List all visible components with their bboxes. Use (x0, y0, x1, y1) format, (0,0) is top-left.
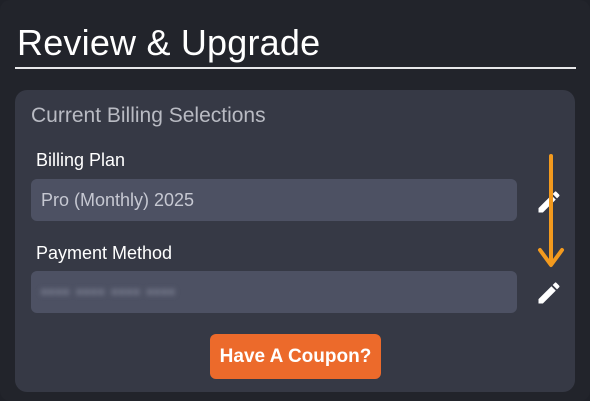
review-upgrade-panel: Review & Upgrade Current Billing Selecti… (0, 0, 590, 401)
billing-selections-card: Current Billing Selections Billing Plan … (15, 90, 575, 392)
pencil-icon (538, 282, 560, 304)
billing-plan-label: Billing Plan (36, 150, 126, 170)
payment-method-label: Payment Method (36, 243, 173, 263)
page-title: Review & Upgrade (17, 22, 321, 63)
title-underline (15, 67, 576, 69)
have-a-coupon-button[interactable]: Have A Coupon? (210, 334, 381, 379)
payment-method-field[interactable]: •••• •••• •••• •••• (31, 271, 517, 313)
edit-payment-method-button[interactable] (535, 279, 563, 307)
payment-method-value: •••• •••• •••• •••• (41, 282, 176, 302)
billing-plan-field[interactable]: Pro (Monthly) 2025 (31, 179, 517, 221)
arrow-down-icon (538, 154, 564, 267)
card-heading: Current Billing Selections (31, 104, 266, 127)
